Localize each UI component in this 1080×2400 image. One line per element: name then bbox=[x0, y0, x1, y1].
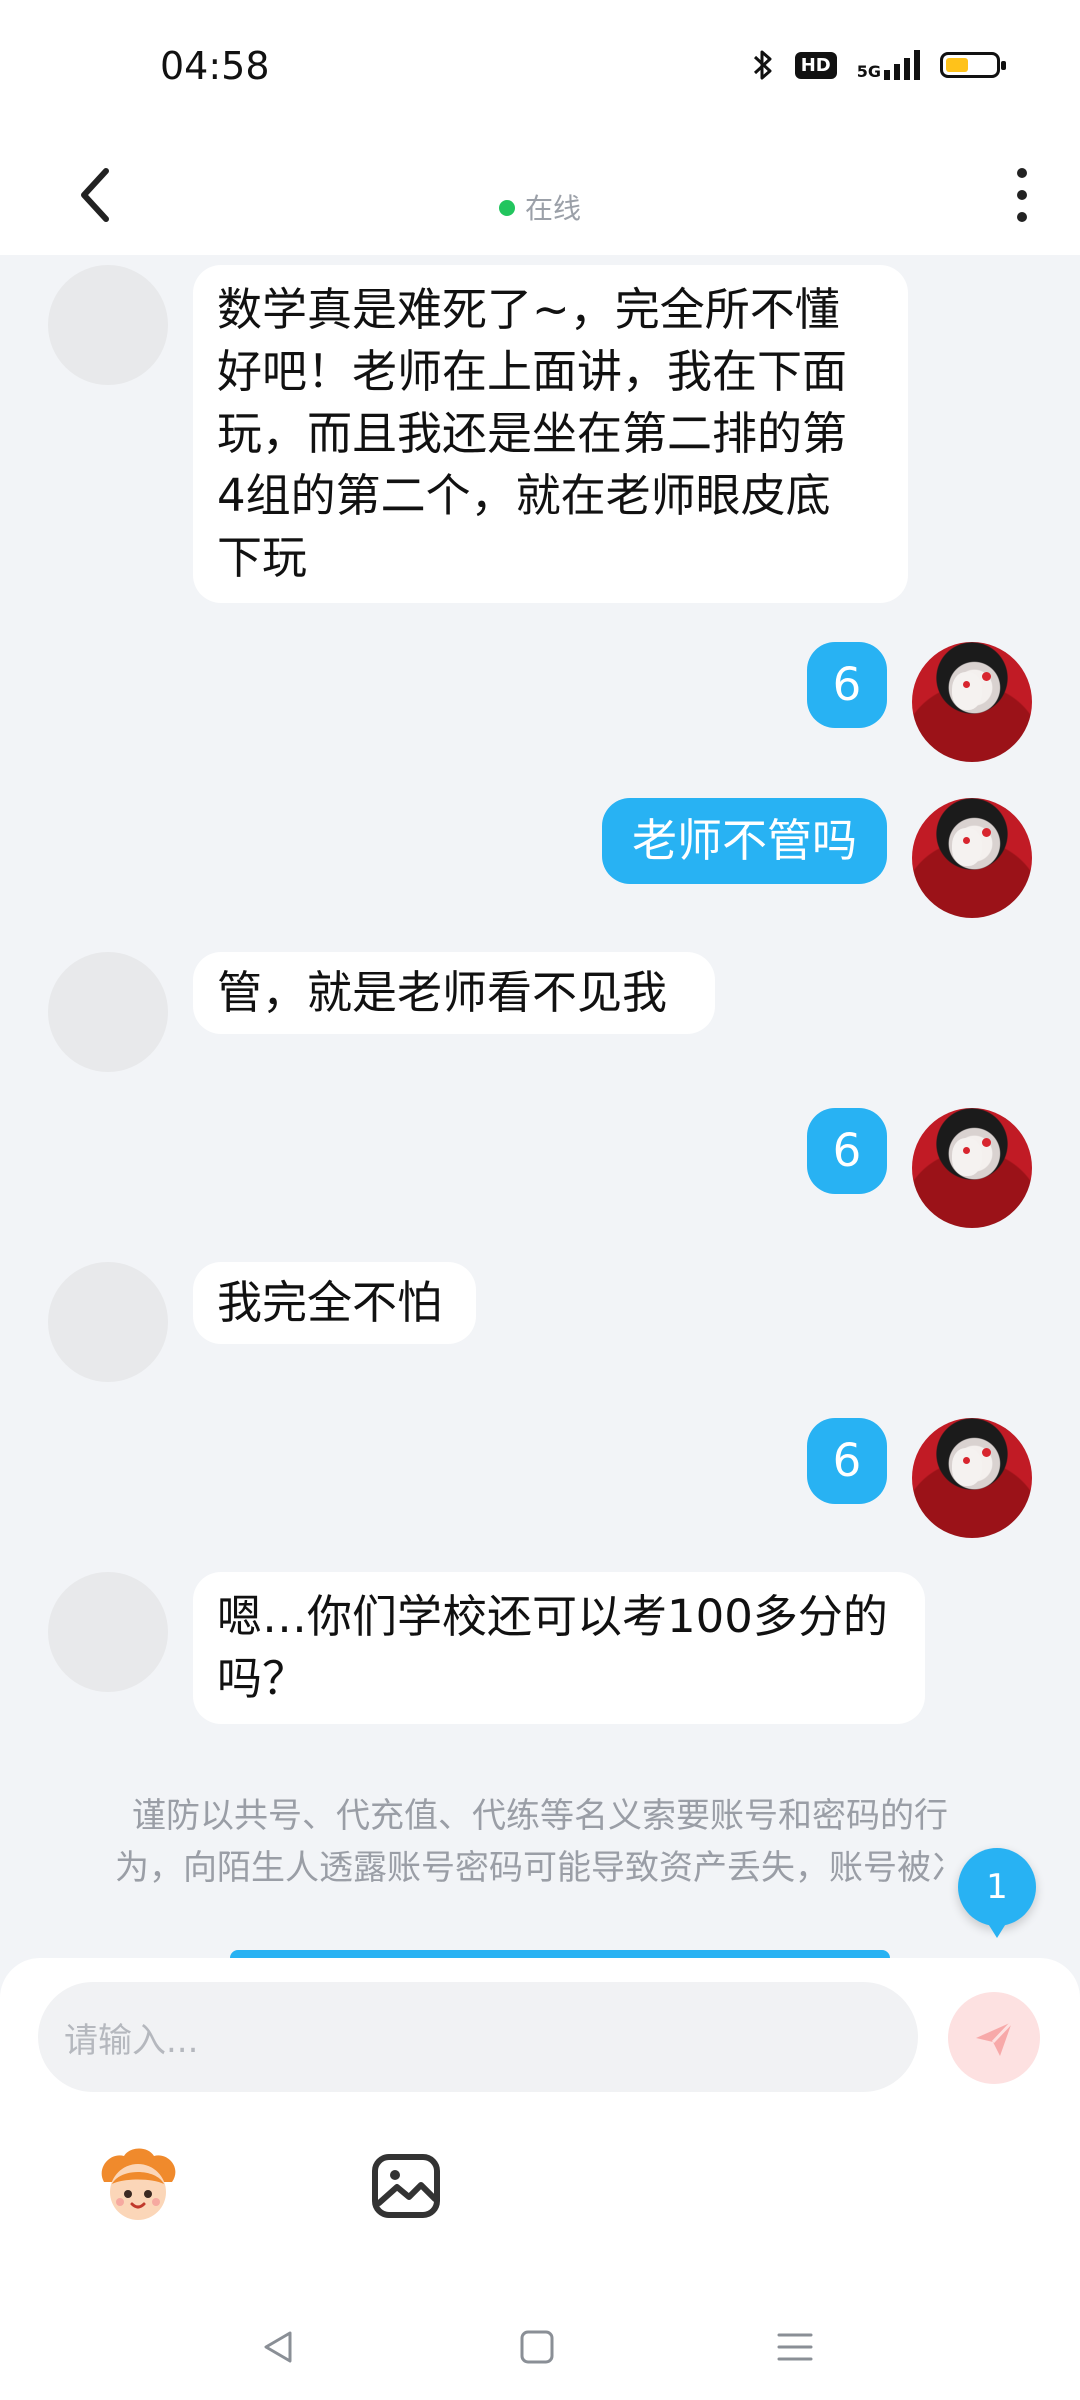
presence-label: 在线 bbox=[524, 192, 581, 225]
message-line: 嗯…你们学校还可以考100多分的 bbox=[217, 1590, 888, 1643]
contact-avatar[interactable] bbox=[48, 1262, 168, 1382]
system-nav-bar bbox=[0, 2290, 1080, 2400]
message-input[interactable]: 请输入... bbox=[38, 1982, 918, 2092]
message-bubble[interactable]: 6 bbox=[807, 1108, 887, 1194]
nav-menu-button[interactable] bbox=[760, 2312, 830, 2382]
user-avatar[interactable] bbox=[912, 1418, 1032, 1538]
chat-header: 在线 bbox=[0, 135, 1080, 255]
emoji-button[interactable] bbox=[88, 2136, 188, 2236]
message-line: 我完全不怕 bbox=[217, 1276, 443, 1329]
nav-menu-icon bbox=[777, 2333, 813, 2361]
message-bubble[interactable]: 老师不管吗 bbox=[602, 798, 887, 884]
status-icons: HD 5G bbox=[751, 48, 1006, 82]
message-bubble[interactable]: 管，就是老师看不见我 bbox=[193, 952, 715, 1034]
message-line: 好吧！老师在上面讲，我在下面 bbox=[217, 345, 848, 398]
send-button[interactable] bbox=[948, 1992, 1040, 2084]
nav-home-button[interactable] bbox=[502, 2312, 572, 2382]
status-bar: 04:58 HD 5G bbox=[0, 0, 1080, 135]
hd-icon: HD bbox=[794, 51, 837, 79]
notice-line: 谨防以共号、代充值、代练等名义索要账号和密码的行 bbox=[132, 1796, 948, 1836]
more-vertical-icon bbox=[1017, 168, 1027, 178]
online-dot-icon bbox=[498, 200, 515, 216]
message-bubble[interactable]: 嗯…你们学校还可以考100多分的 吗？ bbox=[193, 1572, 925, 1724]
message-bubble[interactable]: 6 bbox=[807, 642, 887, 728]
message-line: 下玩 bbox=[217, 531, 308, 584]
nav-back-button[interactable] bbox=[243, 2312, 313, 2382]
message-line: 吗？ bbox=[217, 1652, 308, 1705]
security-notice: 谨防以共号、代充值、代练等名义索要账号和密码的行 为，向陌生人透露账号密码可能导… bbox=[80, 1790, 1000, 1894]
nav-home-icon bbox=[520, 2330, 554, 2364]
message-bubble[interactable]: 我完全不怕 bbox=[193, 1262, 476, 1344]
presence-status: 在线 bbox=[0, 187, 1080, 227]
user-avatar[interactable] bbox=[912, 798, 1032, 918]
message-line: 管，就是老师看不见我 bbox=[217, 966, 668, 1019]
send-icon bbox=[976, 2020, 1014, 2056]
network-type-label: 5G bbox=[856, 62, 881, 81]
user-avatar[interactable] bbox=[912, 642, 1032, 762]
image-button[interactable] bbox=[356, 2136, 456, 2236]
status-time: 04:58 bbox=[160, 44, 270, 88]
signal-bars bbox=[884, 50, 920, 80]
message-line: 数学真是难死了~，完全所不懂 bbox=[217, 283, 840, 336]
battery-level bbox=[946, 58, 968, 72]
contact-avatar[interactable] bbox=[48, 952, 168, 1072]
bluetooth-icon bbox=[753, 50, 772, 80]
nav-back-icon bbox=[264, 2331, 292, 2363]
message-line: 4组的第二个，就在老师眼皮底 bbox=[217, 469, 831, 522]
message-line: 玩，而且我还是坐在第二排的第 bbox=[217, 407, 848, 460]
unread-count-badge[interactable]: 1 bbox=[958, 1848, 1036, 1938]
contact-avatar[interactable] bbox=[48, 265, 168, 385]
message-bubble[interactable]: 数学真是难死了~，完全所不懂 好吧！老师在上面讲，我在下面 玩，而且我还是坐在第… bbox=[193, 265, 908, 603]
contact-avatar[interactable] bbox=[48, 1572, 168, 1692]
image-icon bbox=[372, 2154, 440, 2218]
signal-icon: 5G bbox=[857, 50, 920, 80]
battery-icon bbox=[940, 52, 1006, 78]
emoji-mascot-icon bbox=[101, 2148, 176, 2220]
user-avatar[interactable] bbox=[912, 1108, 1032, 1228]
notice-line: 为，向陌生人透露账号密码可能导致资产丢失，账号被冫 bbox=[115, 1848, 965, 1888]
message-bubble[interactable]: 6 bbox=[807, 1418, 887, 1504]
more-options-button[interactable] bbox=[992, 155, 1052, 235]
